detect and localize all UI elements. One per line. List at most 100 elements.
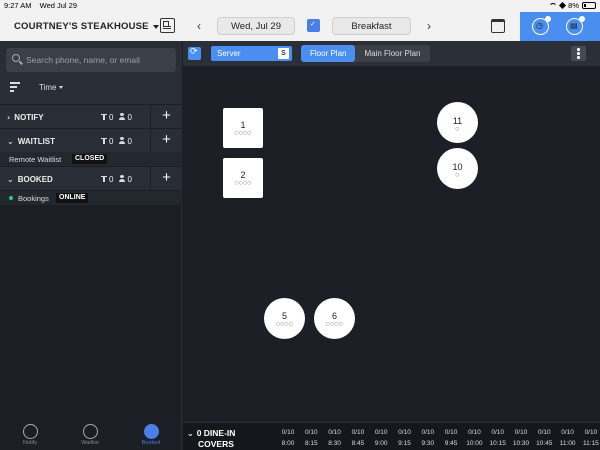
slot-time: 10:00 <box>466 440 483 447</box>
sort-label: Time <box>39 83 57 92</box>
section-title: BOOKED <box>17 175 53 184</box>
time-slot[interactable]: 0/10 11:15 <box>579 427 600 449</box>
refresh-icon[interactable] <box>188 47 201 60</box>
caret-down-icon <box>152 24 159 29</box>
time-slot[interactable]: 0/10 10:15 <box>486 427 510 449</box>
bookings-label: Bookings <box>18 194 49 203</box>
section-booked[interactable]: ⌄ BOOKED 0 0 + <box>0 166 182 191</box>
server-label: Server <box>217 49 241 58</box>
slot-count: 0/10 <box>584 429 598 436</box>
next-date-button[interactable]: › <box>424 19 434 33</box>
table-10[interactable]: 10 ○ <box>437 148 478 189</box>
nav-booked[interactable]: Booked <box>136 424 166 446</box>
table-2[interactable]: 2 ○○○○ <box>223 158 263 198</box>
table-11[interactable]: 11 ○ <box>437 102 478 143</box>
calendar-icon[interactable] <box>491 19 505 33</box>
sort-icon[interactable] <box>10 82 22 92</box>
table-6[interactable]: 6 ○○○○ <box>314 298 355 339</box>
bottom-nav: Notify Waitlist Booked <box>0 421 182 450</box>
seat-icons: ○○○○ <box>234 131 252 136</box>
book-icon: ▤ <box>570 21 578 30</box>
slot-count: 0/10 <box>514 429 528 436</box>
server-selector[interactable]: Server S <box>211 46 292 61</box>
venue-name: COURTNEY'S STEAKHOUSE <box>14 21 149 32</box>
time-slot[interactable]: 0/10 9:15 <box>393 427 417 449</box>
slot-time: 10:30 <box>512 440 530 447</box>
time-slot[interactable]: 0/10 9:00 <box>369 427 393 449</box>
table-number: 10 <box>452 162 463 172</box>
floor-plan-tabs: Floor Plan Main Floor Plan <box>301 45 430 62</box>
time-slot[interactable]: 0/10 8:45 <box>346 427 370 449</box>
status-bar: 9:27 AM Wed Jul 29 8% <box>0 0 600 12</box>
chevron-right-icon: › <box>7 113 11 122</box>
floor-plan-canvas: 1 ○○○○ 2 ○○○○ 11 ○ 10 ○ 5 ○○○○ 6 ○○○○ <box>183 66 600 422</box>
search-input[interactable] <box>26 52 171 68</box>
table-number: 1 <box>240 120 246 130</box>
time-slot[interactable]: 0/10 10:30 <box>509 427 533 449</box>
seat-icons: ○○○○ <box>276 322 293 327</box>
chevron-down-icon: ⌄ <box>7 137 14 146</box>
service-selector[interactable]: Breakfast <box>332 17 411 35</box>
time-slot[interactable]: 0/10 8:00 <box>276 427 300 449</box>
slot-count: 0/10 <box>281 429 295 436</box>
tab-main-floor-plan[interactable]: Main Floor Plan <box>355 45 429 62</box>
add-notify-button[interactable]: + <box>150 105 182 129</box>
table-number: 5 <box>281 311 287 321</box>
table-5[interactable]: 5 ○○○○ <box>264 298 305 339</box>
time-slot[interactable]: 0/10 10:45 <box>532 427 556 449</box>
time-slot[interactable]: 0/10 10:00 <box>462 427 486 449</box>
status-badge: CLOSED <box>72 154 108 164</box>
prev-date-button[interactable]: ‹ <box>194 19 204 33</box>
table-1[interactable]: 1 ○○○○ <box>223 108 263 148</box>
table-icon <box>101 176 107 182</box>
table-count: 0 <box>109 175 114 184</box>
covers-line2: COVERS <box>198 439 234 449</box>
search-area: Time <box>0 41 182 104</box>
nav-notify[interactable]: Notify <box>15 424 45 446</box>
section-notify[interactable]: › NOTIFY 0 0 + <box>0 104 182 129</box>
table-icon <box>101 138 107 144</box>
table-number: 11 <box>452 116 463 126</box>
slot-count: 0/10 <box>421 429 435 436</box>
time-slot[interactable]: 0/10 11:00 <box>556 427 580 449</box>
time-slot[interactable]: 0/10 8:30 <box>323 427 347 449</box>
slot-count: 0/10 <box>537 429 551 436</box>
add-waitlist-button[interactable]: ◷ <box>532 16 551 35</box>
top-header: COURTNEY'S STEAKHOUSE ‹ Wed, Jul 29 Brea… <box>0 12 600 41</box>
venue-selector[interactable]: COURTNEY'S STEAKHOUSE <box>14 21 159 32</box>
person-icon <box>119 137 126 144</box>
time-slot[interactable]: 0/10 9:45 <box>439 427 463 449</box>
add-badge-icon <box>579 16 585 22</box>
online-dot-icon <box>9 196 13 200</box>
slot-count: 0/10 <box>328 429 341 436</box>
add-booking-entry-button[interactable]: + <box>150 167 182 191</box>
slot-time: 11:00 <box>559 440 576 447</box>
date-picker[interactable]: Wed, Jul 29 <box>217 17 295 35</box>
server-badge: S <box>278 48 289 59</box>
sort-selector[interactable]: Time <box>39 83 64 92</box>
more-options-icon[interactable] <box>571 46 586 61</box>
add-waitlist-entry-button[interactable]: + <box>150 129 182 153</box>
slot-count: 0/10 <box>398 429 411 436</box>
slot-count: 0/10 <box>491 429 505 436</box>
guest-list-panel: Time › NOTIFY 0 0 + ⌄ WAITLIST 0 0 + Rem… <box>0 41 182 450</box>
add-booking-button[interactable]: ▤ <box>566 16 585 35</box>
calendar-check-icon[interactable] <box>307 19 320 32</box>
nav-waitlist[interactable]: Waitlist <box>75 424 105 446</box>
cover-count: 0 <box>127 113 132 122</box>
caret-down-icon <box>59 86 64 89</box>
location-icon <box>559 1 567 10</box>
layout-toggle-icon[interactable] <box>160 18 175 33</box>
time-slot[interactable]: 0/10 8:15 <box>299 427 323 449</box>
clock-icon: ◷ <box>536 21 543 30</box>
status-badge: ONLINE <box>56 193 89 203</box>
status-date: Wed Jul 29 <box>39 1 78 10</box>
tab-floor-plan[interactable]: Floor Plan <box>301 45 356 62</box>
covers-toggle[interactable]: ⌄ 0 DINE-IN COVERS <box>187 428 235 449</box>
time-slot[interactable]: 0/10 9:30 <box>416 427 440 449</box>
covers-timeline: ⌄ 0 DINE-IN COVERS 0/10 8:00 0/10 8:15 0/10 8:… <box>183 422 600 450</box>
section-waitlist[interactable]: ⌄ WAITLIST 0 0 + <box>0 128 182 153</box>
status-time: 9:27 AM <box>4 1 32 10</box>
search-box[interactable] <box>6 48 176 72</box>
section-title: NOTIFY <box>14 113 44 122</box>
